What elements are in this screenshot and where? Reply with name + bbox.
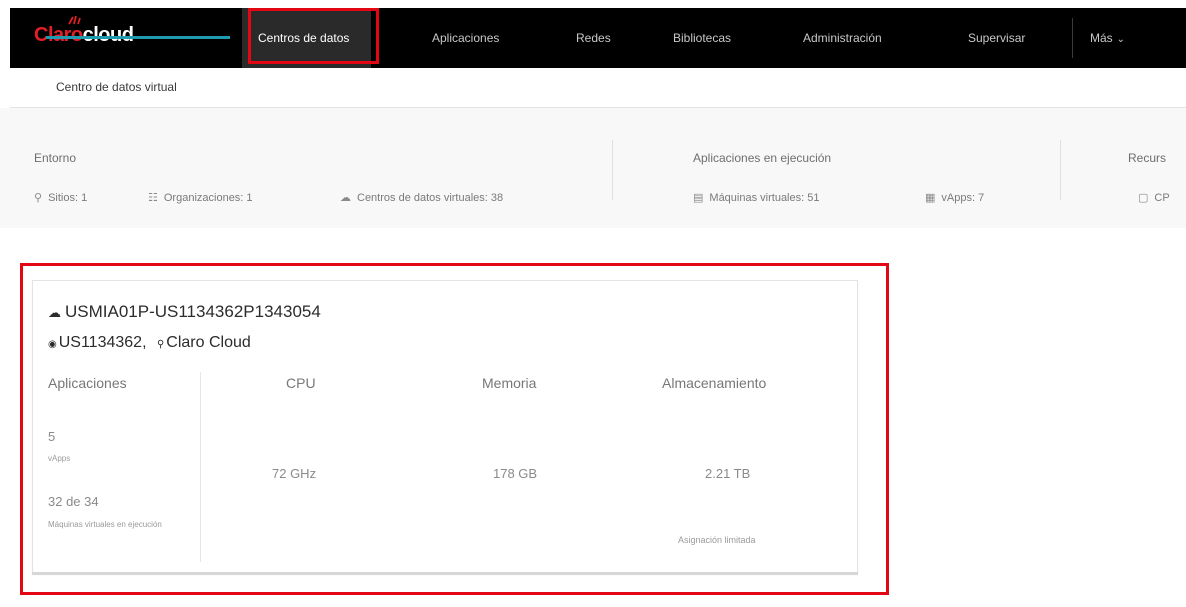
organization-icon: ☷ [148,192,158,204]
summary-divider-1 [612,140,613,200]
entorno-title: Entorno [34,151,77,165]
vapps-stat[interactable]: ▦ vApps: 7 [925,191,984,204]
aplicaciones-title: Aplicaciones en ejecución [693,151,832,165]
nav-bibliotecas[interactable]: Bibliotecas [673,8,731,68]
organizaciones-stat[interactable]: ☷ Organizaciones: 1 [148,191,253,204]
maquinas-stat[interactable]: ▤ Máquinas virtuales: 51 [693,191,819,204]
logo-brand-text: Claro [34,24,83,46]
summary-panel: Entorno ⚲ Sitios: 1 ☷ Organizaciones: 1 ☁ C… [0,108,1186,228]
summary-divider-2 [1060,140,1061,200]
nav-mas-label: Más [1090,31,1113,45]
chevron-down-icon: ⌄ [1116,34,1126,45]
nav-mas-menu[interactable]: Más ⌄ [1090,8,1125,68]
logo-spark-icon [68,15,81,25]
nav-redes[interactable]: Redes [576,8,611,68]
organizaciones-text: Organizaciones: 1 [163,192,253,204]
cpu-text: CP [1154,192,1170,204]
vapps-text: vApps: 7 [941,192,985,204]
active-tab-indicator [46,36,230,39]
nav-aplicaciones[interactable]: Aplicaciones [432,8,499,68]
cpu-icon: ▢ [1138,192,1149,204]
highlight-card-box [20,263,889,595]
tab-centro-de-datos-virtual[interactable]: Centro de datos virtual [48,68,185,108]
virtual-machine-icon: ▤ [693,192,704,204]
sub-navigation: Centro de datos virtual [10,68,1186,108]
maquinas-text: Máquinas virtuales: 51 [709,192,820,204]
cloud-icon: ☁ [340,192,351,204]
location-pin-icon: ⚲ [34,192,43,204]
nav-supervisar[interactable]: Supervisar [968,8,1025,68]
cpu-stat[interactable]: ▢ CP [1138,191,1170,204]
logo-product-text: cloud [82,24,134,46]
nav-divider [1072,18,1073,58]
nav-administracion[interactable]: Administración [803,8,882,68]
sitios-text: Sitios: 1 [48,192,88,204]
centros-stat[interactable]: ☁ Centros de datos virtuales: 38 [340,191,503,204]
centros-text: Centros de datos virtuales: 38 [357,192,504,204]
recursos-title: Recurs [1128,151,1167,165]
sitios-stat[interactable]: ⚲ Sitios: 1 [34,191,87,204]
vapp-icon: ▦ [925,192,936,204]
highlight-nav-box [248,8,379,64]
